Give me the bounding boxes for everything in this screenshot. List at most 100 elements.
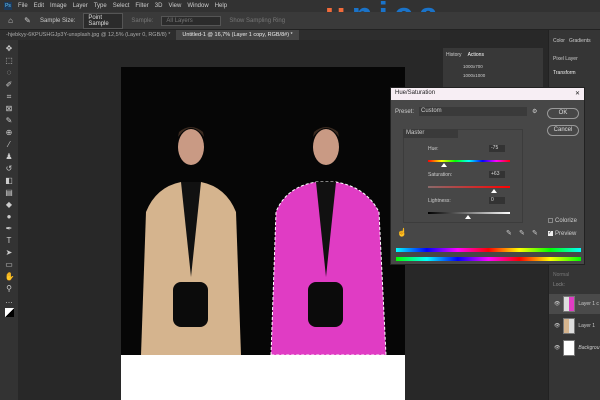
brush-tool-icon[interactable]: ⁄	[5, 140, 14, 149]
layer-thumbnail	[563, 296, 576, 312]
hue-slider[interactable]	[428, 160, 510, 162]
menu-view[interactable]: View	[168, 3, 181, 9]
colorize-label: Colorize	[555, 218, 578, 224]
tab-actions[interactable]: Actions	[468, 52, 484, 58]
eyedropper-icon[interactable]: ✎	[23, 16, 32, 25]
quick-select-icon[interactable]: ✐	[5, 80, 14, 89]
pen-tool-icon[interactable]: ✒	[5, 224, 14, 233]
eyedropper-plus-icon[interactable]: ✎	[519, 229, 525, 237]
tab-untitled[interactable]: Untitled-1 @ 16,7% (Layer 1 copy, RGB/8#…	[176, 30, 299, 40]
menu-filter[interactable]: Filter	[135, 3, 148, 9]
color-swatches-icon[interactable]	[4, 308, 14, 317]
gradient-tool-icon[interactable]: ▤	[5, 188, 14, 197]
hue-input[interactable]: -75	[489, 145, 505, 152]
lightness-slider-thumb[interactable]	[465, 215, 471, 219]
frame-tool-icon[interactable]: ⊠	[5, 104, 14, 113]
lightness-input[interactable]: 0	[489, 197, 505, 204]
saturation-slider-thumb[interactable]	[491, 189, 497, 193]
preset-label: Preset:	[395, 109, 415, 115]
eyedropper-minus-icon[interactable]: ✎	[532, 229, 538, 237]
cancel-button[interactable]: Cancel	[547, 125, 579, 136]
preview-checkbox[interactable]: ✓	[548, 231, 553, 236]
document-canvas[interactable]	[121, 67, 405, 400]
photo-two-men	[121, 67, 405, 356]
adjustment-group	[403, 129, 523, 223]
channel-select[interactable]: Master	[403, 129, 458, 138]
photo-illustration	[141, 127, 387, 356]
shape-tool-icon[interactable]: ▭	[5, 260, 14, 269]
targeted-adjustment-hand-icon[interactable]: ☝	[397, 228, 407, 237]
lightness-slider[interactable]	[428, 212, 510, 214]
action-item[interactable]: 1000x700	[443, 62, 543, 71]
ok-button[interactable]: OK	[547, 108, 579, 119]
tab-unsplash[interactable]: -hjebkyy-6KPUSHGJp3Y-unsplash.jpg @ 12,5…	[0, 30, 176, 40]
healing-brush-icon[interactable]: ⊕	[5, 128, 14, 137]
eyedropper-icon[interactable]: ✎	[506, 229, 512, 237]
hand-tool-icon[interactable]: ✋	[5, 272, 15, 281]
document-tabs: -hjebkyy-6KPUSHGJp3Y-unsplash.jpg @ 12,5…	[0, 30, 440, 40]
transform-section[interactable]: Transform	[549, 66, 600, 80]
visibility-eye-icon[interactable]: 👁	[554, 301, 560, 307]
more-tools-icon[interactable]: …	[5, 296, 14, 305]
menu-edit[interactable]: Edit	[34, 3, 44, 9]
stamp-tool-icon[interactable]: ♟	[5, 152, 14, 161]
layer-name: Layer 1 c	[578, 301, 599, 307]
menu-help[interactable]: Help	[215, 3, 227, 9]
hue-slider-thumb[interactable]	[441, 163, 447, 167]
tools-panel: ✥ ⬚ ◌ ✐ ⌗ ⊠ ✎ ⊕ ⁄ ♟ ↺ ◧ ▤ ◆ ● ✒ T ➤ ▭ ✋ …	[0, 40, 18, 400]
eyedropper-tool-icon[interactable]: ✎	[5, 116, 14, 125]
move-tool-icon[interactable]: ✥	[5, 44, 14, 53]
options-bar: ⌂ ✎ Sample Size: Point Sample Sample: Al…	[0, 12, 600, 30]
menu-3d[interactable]: 3D	[155, 3, 163, 9]
close-icon[interactable]: ✕	[575, 90, 580, 98]
lasso-tool-icon[interactable]: ◌	[5, 68, 14, 77]
lock-label: Lock:	[553, 282, 565, 288]
lightness-label: Lightness:	[428, 198, 451, 204]
menu-layer[interactable]: Layer	[73, 3, 88, 9]
colorize-checkbox[interactable]	[548, 218, 553, 223]
visibility-eye-icon[interactable]: 👁	[554, 345, 560, 351]
visibility-eye-icon[interactable]: 👁	[554, 323, 560, 329]
history-brush-icon[interactable]: ↺	[5, 164, 14, 173]
photoshop-logo-icon[interactable]: Ps	[4, 2, 12, 10]
action-item[interactable]: 1000x1000	[443, 71, 543, 80]
menu-file[interactable]: File	[18, 3, 28, 9]
layer-row[interactable]: 👁 Layer 1	[549, 316, 600, 336]
layer-row[interactable]: 👁 Layer 1 c	[549, 294, 600, 314]
show-sampling-ring-checkbox[interactable]: Show Sampling Ring	[229, 18, 285, 24]
pixel-layer-label: Pixel Layer	[553, 56, 578, 62]
type-tool-icon[interactable]: T	[5, 236, 14, 245]
hue-saturation-dialog: Hue/Saturation ✕ Preset: Custom ⚙ OK Can…	[390, 87, 585, 265]
blur-tool-icon[interactable]: ◆	[5, 200, 14, 209]
preset-select[interactable]: Custom	[419, 107, 527, 116]
sample-select[interactable]: All Layers	[161, 15, 222, 26]
saturation-label: Saturation:	[428, 172, 453, 178]
source-color-bar	[396, 248, 581, 252]
layer-thumbnail	[563, 318, 576, 334]
hue-label: Hue:	[428, 146, 439, 152]
sample-size-select[interactable]: Point Sample	[83, 12, 124, 29]
sample-label: Sample:	[131, 17, 154, 24]
blend-mode-select[interactable]: Normal	[553, 272, 569, 278]
tab-color[interactable]: Color	[553, 38, 565, 44]
crop-tool-icon[interactable]: ⌗	[5, 92, 14, 101]
menu-select[interactable]: Select	[113, 3, 130, 9]
layer-row[interactable]: 👁 Backgrou	[549, 338, 600, 358]
menu-window[interactable]: Window	[187, 3, 208, 9]
layer-name: Backgrou	[578, 345, 600, 351]
path-select-icon[interactable]: ➤	[5, 248, 14, 257]
dodge-tool-icon[interactable]: ●	[5, 212, 14, 221]
marquee-tool-icon[interactable]: ⬚	[5, 56, 14, 65]
saturation-input[interactable]: +63	[489, 171, 505, 178]
menu-image[interactable]: Image	[50, 3, 67, 9]
menu-type[interactable]: Type	[94, 3, 107, 9]
tab-history[interactable]: History	[446, 52, 462, 58]
preset-options-gear-icon[interactable]: ⚙	[532, 108, 537, 115]
layer-thumbnail	[563, 340, 576, 356]
zoom-tool-icon[interactable]: ⚲	[5, 284, 14, 293]
result-color-bar	[396, 257, 581, 261]
eraser-tool-icon[interactable]: ◧	[5, 176, 14, 185]
tab-gradients[interactable]: Gradients	[569, 38, 591, 44]
home-icon[interactable]: ⌂	[6, 16, 15, 25]
saturation-slider[interactable]	[428, 186, 510, 188]
